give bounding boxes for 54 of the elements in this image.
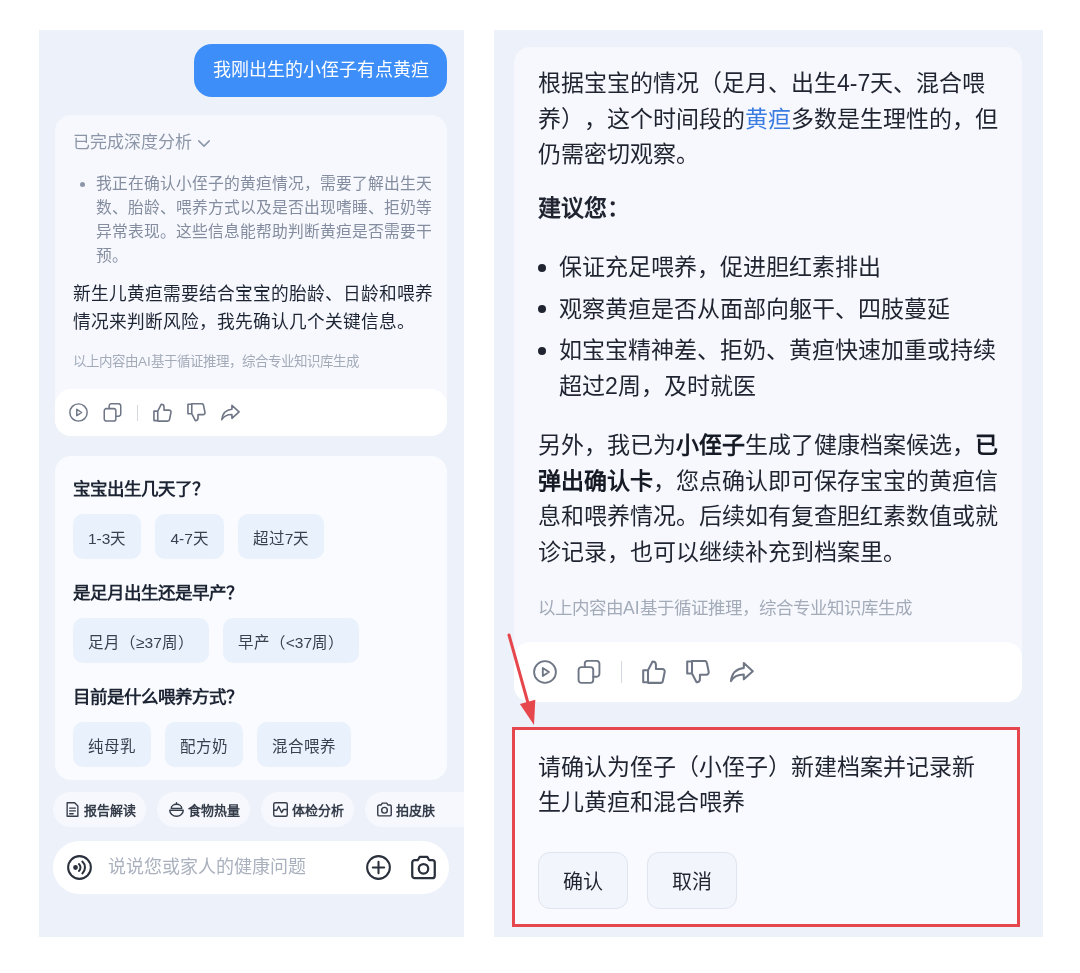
shortcut-button[interactable]: 拍皮肤 [365, 792, 464, 827]
reply-paragraph: 另外，我已为小侄子生成了健康档案候选，已弹出确认卡，您点确认即可保存宝宝的黄疸信息和喂养情况。后续如有复查胆红素数值或就诊记录，也可以继续补充到档案里。 [538, 431, 999, 567]
reply-heading: 建议您： [538, 193, 631, 223]
term-link[interactable]: 黄疸 [745, 105, 791, 132]
bullet-text: 保证充足喂养，促进胆红素排出 [559, 253, 882, 282]
bullet-dot-icon [538, 305, 546, 314]
bullet-dot-icon [79, 181, 85, 187]
option-button[interactable]: 足月（≥37周） [73, 618, 209, 663]
option-button[interactable]: 4-7天 [155, 514, 224, 559]
question-title: 目前是什么喂养方式？ [73, 686, 244, 709]
option-button[interactable]: 混合喂养 [257, 722, 351, 767]
thumbs-down-icon[interactable] [187, 403, 206, 422]
option-button[interactable]: 早产（<37周） [222, 618, 360, 663]
option-button[interactable]: 纯母乳 [73, 722, 151, 767]
option-button[interactable]: 1-3天 [73, 514, 142, 559]
ai-disclaimer: 以上内容由AI基于循证推理，综合专业知识库生成 [538, 597, 913, 620]
play-icon[interactable] [69, 403, 88, 422]
share-icon[interactable] [221, 403, 240, 422]
reply-text: 新生儿黄疸需要结合宝宝的胎龄、日龄和喂养情况来判断风险，我先确认几个关键信息。 [73, 283, 434, 334]
confirm-button[interactable]: 确认 [538, 851, 628, 909]
chevron-icon [198, 139, 210, 147]
question-title: 宝宝出生几天了？ [73, 478, 210, 501]
covered-bowl-icon [169, 802, 184, 817]
message-field[interactable]: 说说您或家人的健康问题 [53, 841, 449, 894]
thumbs-up-icon[interactable] [153, 403, 172, 422]
question-title: 是足月出生还是早产？ [73, 582, 244, 605]
camera-icon [377, 802, 392, 817]
shortcut-button[interactable]: 报告解读 [53, 792, 146, 827]
shortcut-button[interactable]: 食物热量 [157, 792, 250, 827]
confirm-text: 请确认为侄子（小侄子）新建档案并记录新生儿黄疸和混合喂养 [538, 752, 976, 817]
bullet-dot-icon [538, 346, 546, 355]
copy-icon[interactable] [577, 660, 601, 684]
thumbs-down-icon[interactable] [686, 660, 710, 684]
user-message-bubble: 我刚出生的小侄子有点黄疸 [194, 44, 447, 97]
share-icon[interactable] [730, 660, 754, 684]
ai-disclaimer: 以上内容由AI基于循证推理，综合专业知识库生成 [73, 353, 360, 371]
bullet-text: 如宝宝精神差、拒奶、黄疸快速加重或持续超过2周，及时就医 [559, 336, 997, 401]
analysis-text: 我正在确认小侄子的黄疸情况，需要了解出生天数、胎龄、喂养方式以及是否出现嗜睡、拒奶等异常表现。这些信息能帮助判断黄疸是否需要干预。 [96, 174, 433, 266]
voice-icon[interactable] [67, 855, 92, 880]
message-input[interactable]: 说说您或家人的健康问题 [108, 852, 354, 883]
option-button[interactable]: 配方奶 [165, 722, 243, 767]
reply-paragraph: 根据宝宝的情况（足月、出生4-7天、混合喂养），这个时间段的黄疸多数是生理性的，但仍需密切观察。 [538, 69, 999, 169]
option-button[interactable]: 超过7天 [237, 514, 325, 559]
document-icon [65, 802, 80, 817]
add-icon[interactable] [366, 855, 391, 880]
pulse-chart-icon [273, 802, 288, 817]
bullet-text: 观察黄疸是否从面部向躯干、四肢蔓延 [559, 294, 951, 324]
cancel-button[interactable]: 取消 [647, 851, 737, 909]
play-icon[interactable] [533, 660, 557, 684]
thumbs-up-icon[interactable] [642, 660, 666, 684]
bullet-dot-icon [538, 263, 546, 272]
shortcut-button[interactable]: 体检分析 [261, 792, 354, 827]
camera-icon[interactable] [411, 855, 436, 880]
copy-icon[interactable] [103, 403, 122, 422]
